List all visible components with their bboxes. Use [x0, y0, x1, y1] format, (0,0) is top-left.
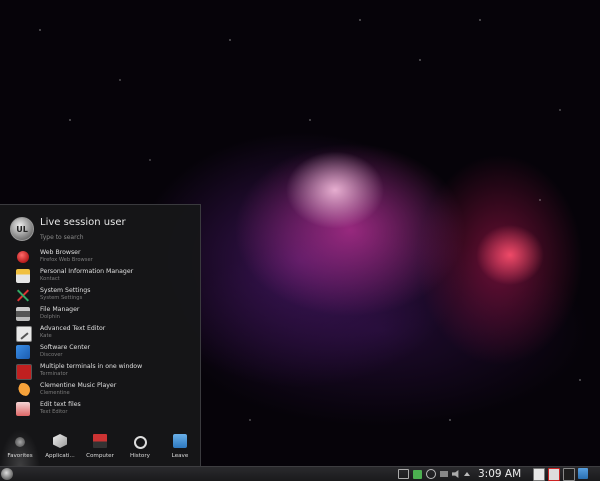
panel-clock[interactable]: 3:09 AM: [478, 467, 521, 481]
terminal-task-icon[interactable]: [563, 468, 575, 481]
user-name: Live session user: [40, 217, 126, 228]
favorite-title: Clementine Music Player: [40, 382, 117, 389]
device-notifier-icon[interactable]: [440, 471, 448, 477]
tab-applications[interactable]: Applicati...: [40, 429, 80, 467]
favorite-subtitle: Clementine: [40, 390, 70, 396]
music-player-icon: [16, 383, 30, 397]
text-editor-task-icon[interactable]: [533, 468, 545, 481]
favorite-subtitle: Terminator: [40, 371, 68, 377]
favorite-title: Personal Information Manager: [40, 268, 134, 275]
text-editor-icon: [16, 326, 32, 342]
tab-label: History: [130, 453, 150, 459]
application-launcher-menu: UL Live session user Web Browser Firefox…: [0, 204, 201, 467]
favorite-item-pim[interactable]: Personal Information Manager Kontact: [14, 266, 198, 285]
favorite-subtitle: Kate: [40, 333, 52, 339]
web-browser-icon: [16, 250, 30, 264]
favorite-item-text-editor[interactable]: Advanced Text Editor Kate: [14, 323, 198, 342]
system-settings-icon: [16, 288, 30, 302]
favorite-title: Advanced Text Editor: [40, 325, 106, 332]
favorite-title: Web Browser: [40, 249, 81, 256]
tray-expand-icon[interactable]: [464, 472, 470, 476]
favorite-subtitle: Firefox Web Browser: [40, 257, 93, 263]
favorite-item-system-settings[interactable]: System Settings System Settings: [14, 285, 198, 304]
application-launcher-button[interactable]: [1, 468, 13, 480]
system-tray: [398, 469, 470, 479]
launcher-tabs: Favorites Applicati... Computer History …: [0, 429, 200, 467]
clipboard-icon[interactable]: [398, 469, 409, 479]
favorite-item-software-center[interactable]: Software Center Discover: [14, 342, 198, 361]
task-manager: [533, 468, 588, 481]
edit-text-icon: [16, 402, 30, 416]
favorite-subtitle: Dolphin: [40, 314, 60, 320]
favorite-title: File Manager: [40, 306, 80, 313]
tab-history[interactable]: History: [120, 429, 160, 467]
favorite-item-file-manager[interactable]: File Manager Dolphin: [14, 304, 198, 323]
favorite-subtitle: Text Editor: [40, 409, 68, 415]
favorite-item-web-browser[interactable]: Web Browser Firefox Web Browser: [14, 247, 198, 266]
search-input[interactable]: [40, 231, 190, 243]
favorite-title: Edit text files: [40, 401, 81, 408]
favorite-item-edit-text[interactable]: Edit text files Text Editor: [14, 399, 198, 418]
tab-favorites[interactable]: Favorites: [0, 429, 40, 467]
applications-icon: [53, 434, 67, 448]
favorite-title: System Settings: [40, 287, 91, 294]
tab-label: Leave: [171, 453, 189, 459]
favorite-item-terminal[interactable]: Multiple terminals in one window Termina…: [14, 361, 198, 380]
history-icon: [134, 436, 147, 449]
computer-icon: [93, 434, 107, 448]
tab-label: Favorites: [7, 453, 33, 459]
bottom-panel: 3:09 AM: [0, 466, 600, 481]
leave-icon: [173, 434, 187, 448]
favorites-icon: [15, 437, 25, 447]
browser-task-icon[interactable]: [548, 468, 560, 481]
network-icon[interactable]: [426, 469, 436, 479]
tab-computer[interactable]: Computer: [80, 429, 120, 467]
tab-label: Computer: [86, 453, 114, 459]
favorites-list: Web Browser Firefox Web Browser Personal…: [14, 247, 198, 418]
tab-label: Applicati...: [45, 453, 75, 459]
pim-icon: [16, 269, 30, 283]
volume-icon[interactable]: [452, 470, 459, 478]
installer-task-icon[interactable]: [578, 468, 588, 479]
favorite-subtitle: System Settings: [40, 295, 83, 301]
tab-leave[interactable]: Leave: [160, 429, 200, 467]
favorite-subtitle: Discover: [40, 352, 63, 358]
terminal-icon: [16, 364, 32, 380]
software-center-icon: [16, 345, 30, 359]
updates-icon[interactable]: [413, 469, 422, 479]
favorite-title: Multiple terminals in one window: [40, 363, 143, 370]
favorite-item-music-player[interactable]: Clementine Music Player Clementine: [14, 380, 198, 399]
user-avatar[interactable]: UL: [10, 217, 34, 241]
file-manager-icon: [16, 307, 30, 321]
launcher-header: UL Live session user: [8, 213, 198, 243]
favorite-subtitle: Kontact: [40, 276, 60, 282]
favorite-title: Software Center: [40, 344, 91, 351]
